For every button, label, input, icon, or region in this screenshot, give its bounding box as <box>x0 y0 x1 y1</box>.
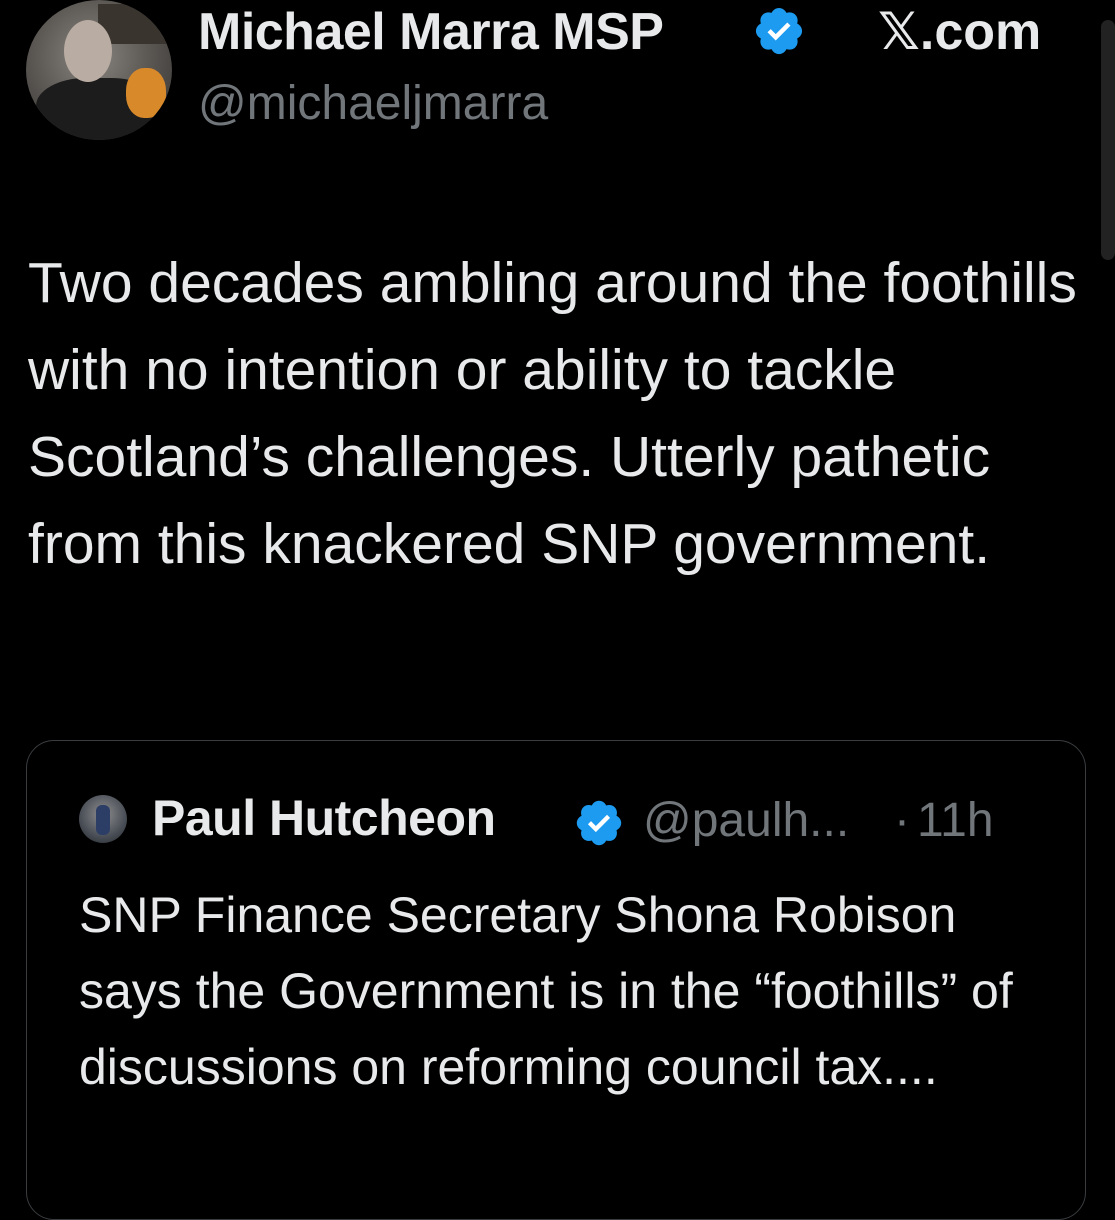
verified-badge-icon <box>755 7 803 55</box>
author-handle[interactable]: @michaeljmarra <box>198 76 548 131</box>
tweet-body: Two decades ambling around the foothills… <box>28 251 1077 576</box>
scrollbar[interactable] <box>1101 20 1115 260</box>
quote-verified-badge-icon <box>576 800 622 846</box>
quote-body: SNP Finance Secretary Shona Robison says… <box>79 887 1013 1095</box>
quote-author-handle[interactable]: @paulh... <box>643 793 849 848</box>
quote-timestamp[interactable]: 11h <box>917 793 994 848</box>
author-name[interactable]: Michael Marra MSP <box>198 2 664 62</box>
author-avatar[interactable] <box>26 0 172 140</box>
quote-author-name[interactable]: Paul Hutcheon <box>152 789 496 847</box>
quote-author-avatar[interactable] <box>79 795 127 843</box>
avatar-prop <box>126 68 166 118</box>
quote-separator: · <box>894 794 910 847</box>
quoted-tweet-card[interactable]: Paul Hutcheon @paulh... · 11h SNP Financ… <box>26 740 1086 1220</box>
avatar-face <box>64 20 112 82</box>
source-watermark: 𝕏.com <box>878 3 1042 61</box>
quote-avatar-figure <box>96 805 110 835</box>
